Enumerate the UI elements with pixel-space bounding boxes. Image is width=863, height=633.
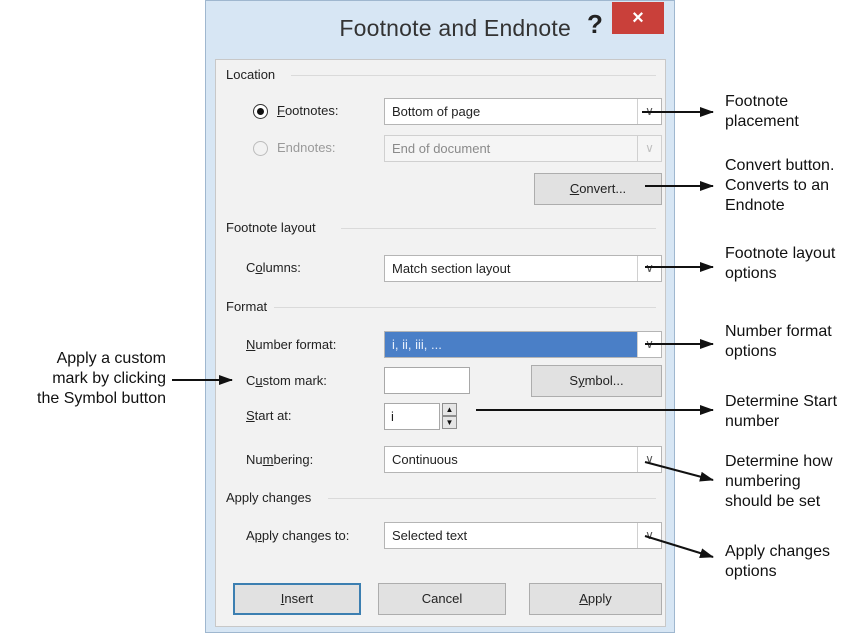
annotation-convert: Convert button. Converts to an Endnote [725, 157, 835, 214]
annotation-number-format: Number format options [725, 323, 832, 360]
annotation-custom-mark: Apply a custom mark by clicking the Symb… [37, 350, 166, 407]
annotation-numbering: Determine how numbering should be set [725, 453, 833, 510]
annotation-layout: Footnote layout options [725, 245, 836, 282]
arrow-left-icon [644, 461, 714, 482]
annotation-start-number: Determine Start number [725, 393, 838, 430]
annotation-footnote-placement: Footnote placement [725, 93, 799, 130]
arrow-left-icon [644, 535, 714, 558]
annotation-apply-changes: Apply changes options [725, 543, 830, 580]
